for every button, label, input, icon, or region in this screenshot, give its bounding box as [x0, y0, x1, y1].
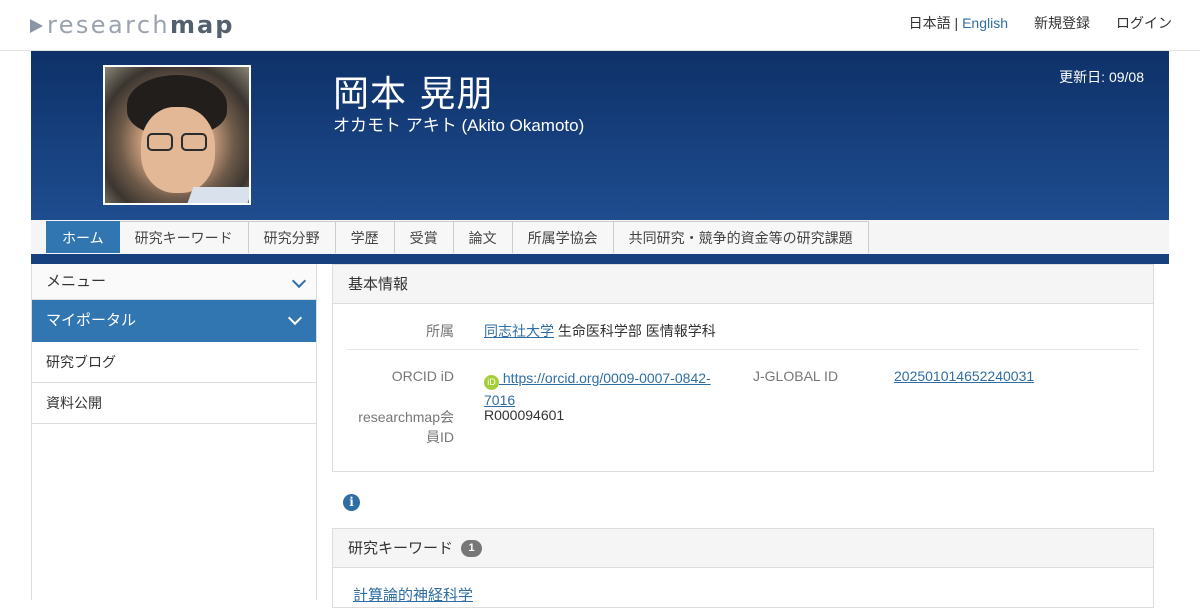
sidebar-item-research-blog[interactable]: 研究ブログ	[32, 342, 316, 383]
photo-glasses-right	[181, 133, 207, 151]
language-switcher: 日本語 | English	[909, 13, 1008, 33]
basic-info-panel: 基本情報 所属 同志社大学 生命医科学部 医情報学科 ORCID iD iD h…	[332, 264, 1154, 472]
keywords-panel-header: 研究キーワード 1	[333, 529, 1153, 568]
jglobal-link[interactable]: 202501014652240031	[894, 368, 1034, 384]
chevron-down-icon	[291, 273, 307, 289]
divider	[347, 349, 1139, 350]
tab-list: ホーム 研究キーワード 研究分野 学歴 受賞 論文 所属学協会 共同研究・競争的…	[46, 221, 869, 253]
affiliation-university-link[interactable]: 同志社大学	[484, 323, 554, 339]
photo-collar	[184, 187, 249, 203]
sidebar: メニュー マイポータル 研究ブログ 資料公開	[31, 264, 317, 600]
lang-japanese[interactable]: 日本語	[909, 15, 951, 31]
info-icon[interactable]: i	[343, 494, 360, 511]
researchmap-id-label: researchmap会員ID	[358, 409, 454, 445]
affiliation-label: 所属	[426, 323, 454, 339]
logo-text-dark: map	[170, 11, 235, 39]
signup-link[interactable]: 新規登録	[1034, 13, 1090, 33]
researcher-name: 岡本 晃朋	[333, 74, 494, 115]
tab-awards[interactable]: 受賞	[394, 221, 454, 253]
jglobal-label: J-GLOBAL ID	[753, 368, 839, 384]
tab-home[interactable]: ホーム	[46, 221, 120, 253]
updated-date: 更新日: 09/08	[1059, 69, 1144, 85]
logo-triangle-icon	[30, 19, 43, 33]
tab-research-areas[interactable]: 研究分野	[248, 221, 336, 253]
tab-education[interactable]: 学歴	[335, 221, 395, 253]
affiliation-department: 生命医科学部 医情報学科	[554, 323, 716, 339]
sidebar-item-my-portal[interactable]: マイポータル	[32, 300, 316, 342]
tab-research-keywords[interactable]: 研究キーワード	[119, 221, 249, 253]
tab-societies[interactable]: 所属学協会	[512, 221, 614, 253]
top-links: 日本語 | English 新規登録 ログイン	[909, 13, 1172, 33]
keyword-link[interactable]: 計算論的神経科学	[353, 584, 473, 605]
orcid-icon: iD	[484, 375, 499, 390]
orcid-url: https://orcid.org/0009-0007-0842-7016	[484, 370, 711, 408]
profile-photo	[103, 65, 251, 205]
logo-text-light: research	[47, 11, 171, 39]
lang-separator: |	[950, 15, 963, 31]
keywords-panel: 研究キーワード 1 計算論的神経科学	[332, 528, 1154, 608]
login-link[interactable]: ログイン	[1116, 13, 1172, 33]
top-bar: research map 日本語 | English 新規登録 ログイン	[0, 0, 1200, 51]
chevron-down-icon	[287, 310, 303, 326]
sidebar-item-label: マイポータル	[46, 312, 137, 329]
sidebar-menu-toggle[interactable]: メニュー	[32, 264, 316, 300]
keywords-title: 研究キーワード	[348, 539, 454, 557]
lang-english-link[interactable]: English	[962, 15, 1008, 31]
panel-title: 基本情報	[333, 265, 1153, 304]
sidebar-item-materials[interactable]: 資料公開	[32, 383, 316, 424]
sidebar-menu-label: メニュー	[46, 273, 107, 290]
keywords-count-badge: 1	[461, 539, 483, 557]
researchmap-logo[interactable]: research map	[30, 10, 234, 40]
orcid-label: ORCID iD	[391, 368, 454, 384]
tab-research-projects[interactable]: 共同研究・競争的資金等の研究課題	[613, 221, 869, 253]
photo-glasses-left	[147, 133, 173, 151]
tab-bar: ホーム 研究キーワード 研究分野 学歴 受賞 論文 所属学協会 共同研究・競争的…	[31, 220, 1169, 264]
researchmap-id-value: R000094601	[484, 407, 565, 423]
researcher-name-kana: オカモト アキト (Akito Okamoto)	[333, 116, 585, 135]
tab-papers[interactable]: 論文	[453, 221, 513, 253]
orcid-link[interactable]: iD https://orcid.org/0009-0007-0842-7016	[484, 368, 724, 410]
affiliation-value: 同志社大学 生命医科学部 医情報学科	[484, 321, 716, 341]
profile-banner: 岡本 晃朋 オカモト アキト (Akito Okamoto) 更新日: 09/0…	[31, 51, 1169, 220]
